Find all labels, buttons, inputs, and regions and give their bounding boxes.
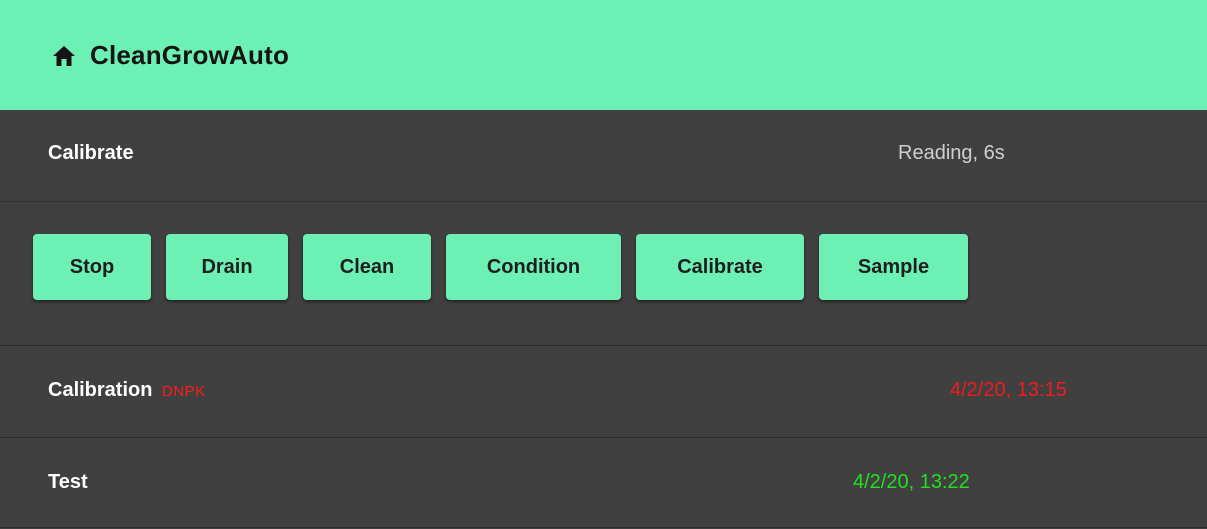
log-item-name: Test xyxy=(48,471,88,493)
sample-button[interactable]: Sample xyxy=(819,234,968,300)
status-label: Calibrate xyxy=(48,142,134,164)
app-title: CleanGrowAuto xyxy=(90,39,290,70)
app-header: CleanGrowAuto xyxy=(0,0,1207,110)
log-item-title: Test xyxy=(48,471,88,494)
log-item-calibration: Calibration DNPK 4/2/20, 13:15 xyxy=(0,346,1207,438)
log-item-name: Calibration xyxy=(48,379,153,401)
app-window: CleanGrowAuto Calibrate Reading, 6s Stop… xyxy=(0,0,1207,529)
action-buttons: Stop Drain Clean Condition Calibrate Sam… xyxy=(33,234,983,300)
log-item-test: Test 4/2/20, 13:22 xyxy=(0,438,1207,528)
action-button-bar: Stop Drain Clean Condition Calibrate Sam… xyxy=(0,202,1207,346)
status-value: Reading, 6s xyxy=(898,142,1005,164)
calibrate-button[interactable]: Calibrate xyxy=(636,234,804,300)
log-item-time: 4/2/20, 13:22 xyxy=(853,471,970,493)
log-item-title: Calibration DNPK xyxy=(48,379,206,402)
log-item-tag: DNPK xyxy=(162,383,206,400)
drain-button[interactable]: Drain xyxy=(166,234,288,300)
status-row: Calibrate Reading, 6s xyxy=(0,110,1207,202)
condition-button[interactable]: Condition xyxy=(446,234,621,300)
clean-button[interactable]: Clean xyxy=(303,234,431,300)
home-icon[interactable] xyxy=(52,45,76,67)
log-item-time: 4/2/20, 13:15 xyxy=(950,379,1067,401)
stop-button[interactable]: Stop xyxy=(33,234,151,300)
